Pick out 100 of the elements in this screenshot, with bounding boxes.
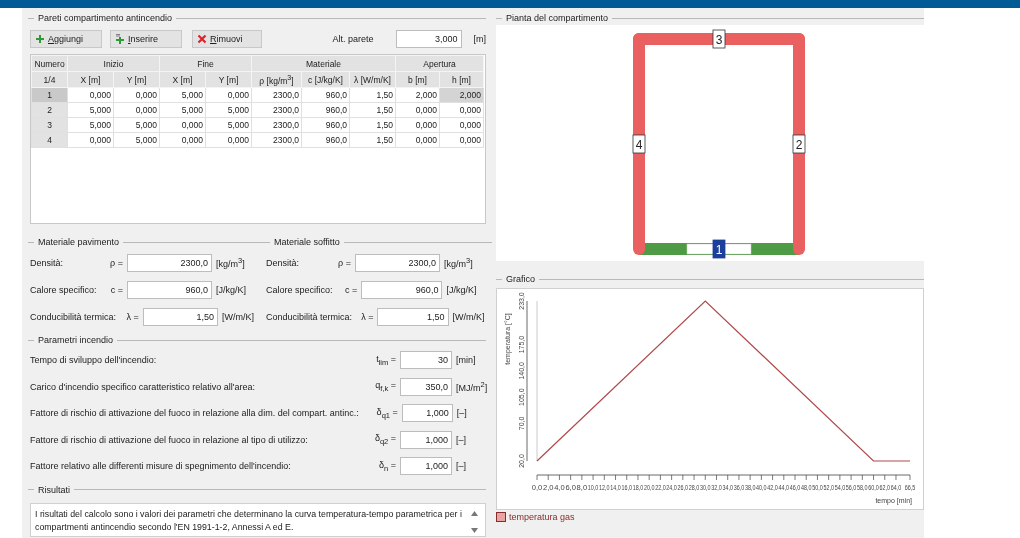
field-label: Densità:: [30, 257, 65, 268]
wall-number-label: 4: [632, 134, 646, 154]
field-label: Fattore di rischio di attivazione del fuoco in relazione al tipo di utilizzo:: [30, 434, 309, 445]
field-label: Calore specifico:: [266, 284, 333, 295]
section-title: Parametri incendio: [38, 335, 114, 345]
table-cell: 1,50: [349, 117, 396, 133]
value-input[interactable]: 2300,0: [355, 253, 440, 272]
symbol-label: c =: [343, 284, 358, 295]
section-title: Grafico: [506, 274, 535, 284]
section-title: Materiale soffitto: [274, 237, 340, 247]
table-cell: 2300,0: [251, 87, 302, 103]
table-cell: 5,000: [159, 102, 206, 118]
insert-row-icon: [115, 34, 125, 44]
table-cell: 2300,0: [251, 102, 302, 118]
scroll-up-icon: [471, 510, 478, 516]
symbol-label: δ$_{q1}$ =: [375, 406, 398, 420]
unit-label: [J/kg/K]: [446, 284, 478, 295]
symbol-label: q$_{f,k}$ =: [374, 380, 396, 394]
value-input[interactable]: 960,0: [361, 280, 443, 299]
table-cell: 5,000: [113, 117, 160, 133]
section-title: Materiale pavimento: [38, 237, 120, 247]
plus-icon: [35, 34, 45, 44]
value-input[interactable]: 1,000: [400, 430, 452, 449]
value-input[interactable]: 2300,0: [127, 253, 212, 272]
height-input[interactable]: 3,000: [395, 30, 462, 48]
field-label: Calore specifico:: [30, 284, 97, 295]
table-cell: 0,000: [159, 117, 206, 133]
symbol-label: ρ =: [337, 257, 351, 268]
section-title: Pareti compartimento antincendio: [38, 13, 173, 23]
wall-opening: [686, 243, 752, 255]
table-cell: 0,000: [67, 87, 114, 103]
wall-number-label: 3: [712, 29, 726, 49]
section-title: Risultati: [38, 484, 70, 495]
symbol-label: δ$_{q2}$ =: [373, 433, 396, 447]
table-cell: 5,000: [159, 87, 206, 103]
insert-button[interactable]: Inserire: [110, 30, 182, 48]
table-cell: 0,000: [439, 102, 484, 118]
unit-label: [MJ/m$^{2}$]: [456, 380, 486, 394]
unit-label: [J/kg/K]: [216, 284, 247, 295]
column-header: Apertura: [395, 55, 484, 72]
add-button[interactable]: Aggiungi: [30, 30, 102, 48]
field-label: Conducibilità termica:: [266, 311, 353, 322]
value-input[interactable]: 1,000: [401, 404, 453, 423]
table-cell: 0,000: [439, 132, 484, 148]
table-cell: 0,000: [395, 132, 440, 148]
table-cell: 1,50: [349, 87, 396, 103]
table-cell: 0,000: [113, 87, 160, 103]
wall-number-label: 2: [792, 134, 806, 154]
table-cell: 960,0: [301, 102, 350, 118]
symbol-label: λ =: [125, 311, 139, 322]
field-label: Fattore relativo alle differenti misure di spegnimento dell'incendio:: [30, 461, 292, 472]
field-label: Conducibilità termica:: [30, 311, 117, 322]
field-label: Densità:: [266, 257, 301, 268]
table-cell: 5,000: [113, 132, 160, 148]
value-input[interactable]: 960,0: [127, 280, 212, 299]
field-label: Carico d'incendio specifico caratteristico relativo all'area:: [30, 381, 257, 392]
field-label: Fattore di rischio di attivazione del fuoco in relazione alla dim. del compart. antinc.:: [30, 408, 359, 419]
value-input[interactable]: 1,50: [142, 307, 219, 326]
value-input[interactable]: 350,0: [400, 377, 452, 396]
unit-label: [W/m/K]: [222, 311, 256, 322]
table-cell: 5,000: [67, 102, 114, 118]
table-cell: 1,50: [349, 102, 396, 118]
table-cell: 0,000: [205, 87, 252, 103]
table-cell: 960,0: [301, 87, 350, 103]
column-header: Inizio: [67, 55, 160, 72]
table-cell: 2300,0: [251, 117, 302, 133]
table-cell: 0,000: [159, 132, 206, 148]
value-input[interactable]: 30: [400, 351, 452, 370]
table-cell: 1,50: [349, 132, 396, 148]
table-cell: 960,0: [301, 132, 350, 148]
results-text: I risultati del calcolo sono i valori dei parametri che determinano la curva temperatura-tempo parametrica per i compartmenti antincendio secondo l'EN 1991-1-2, Annessi A ed E.: [35, 507, 463, 534]
scroll-down-icon: [471, 527, 478, 533]
value-input[interactable]: 1,000: [400, 457, 452, 476]
table-cell: 2,000: [395, 87, 440, 103]
column-header: Fine: [159, 55, 252, 72]
table-cell: 0,000: [205, 132, 252, 148]
symbol-label: t$_{lim}$ =: [375, 353, 396, 367]
unit-label: [–]: [456, 461, 467, 472]
unit-label: [min]: [456, 355, 477, 366]
table-cell: 5,000: [205, 102, 252, 118]
table-cell: 0,000: [113, 102, 160, 118]
unit-label: [W/m/K]: [452, 311, 486, 322]
unit-label: [–]: [456, 408, 468, 419]
symbol-label: c =: [109, 284, 123, 295]
symbol-label: ρ =: [109, 257, 123, 268]
symbol-label: λ =: [360, 311, 374, 322]
symbol-label: δ$_{n}$ =: [378, 459, 396, 473]
field-label: Alt. parete: [332, 34, 374, 44]
column-header: Numero: [31, 55, 68, 72]
unit-label: [kg/m$^{3}$]: [444, 256, 474, 269]
column-header: Materiale: [251, 55, 396, 72]
value-input[interactable]: 1,50: [377, 307, 449, 326]
table-cell: 0,000: [395, 117, 440, 133]
table-cell: 2300,0: [251, 132, 302, 148]
remove-button[interactable]: Rimuovi: [192, 30, 262, 48]
unit-label: [kg/m$^{3}$]: [216, 256, 246, 269]
table-cell: 0,000: [395, 102, 440, 118]
table-cell: 0,000: [439, 117, 484, 133]
legend-label: temperatura gas: [509, 512, 575, 522]
section-title: Pianta del compartimento: [506, 13, 609, 23]
